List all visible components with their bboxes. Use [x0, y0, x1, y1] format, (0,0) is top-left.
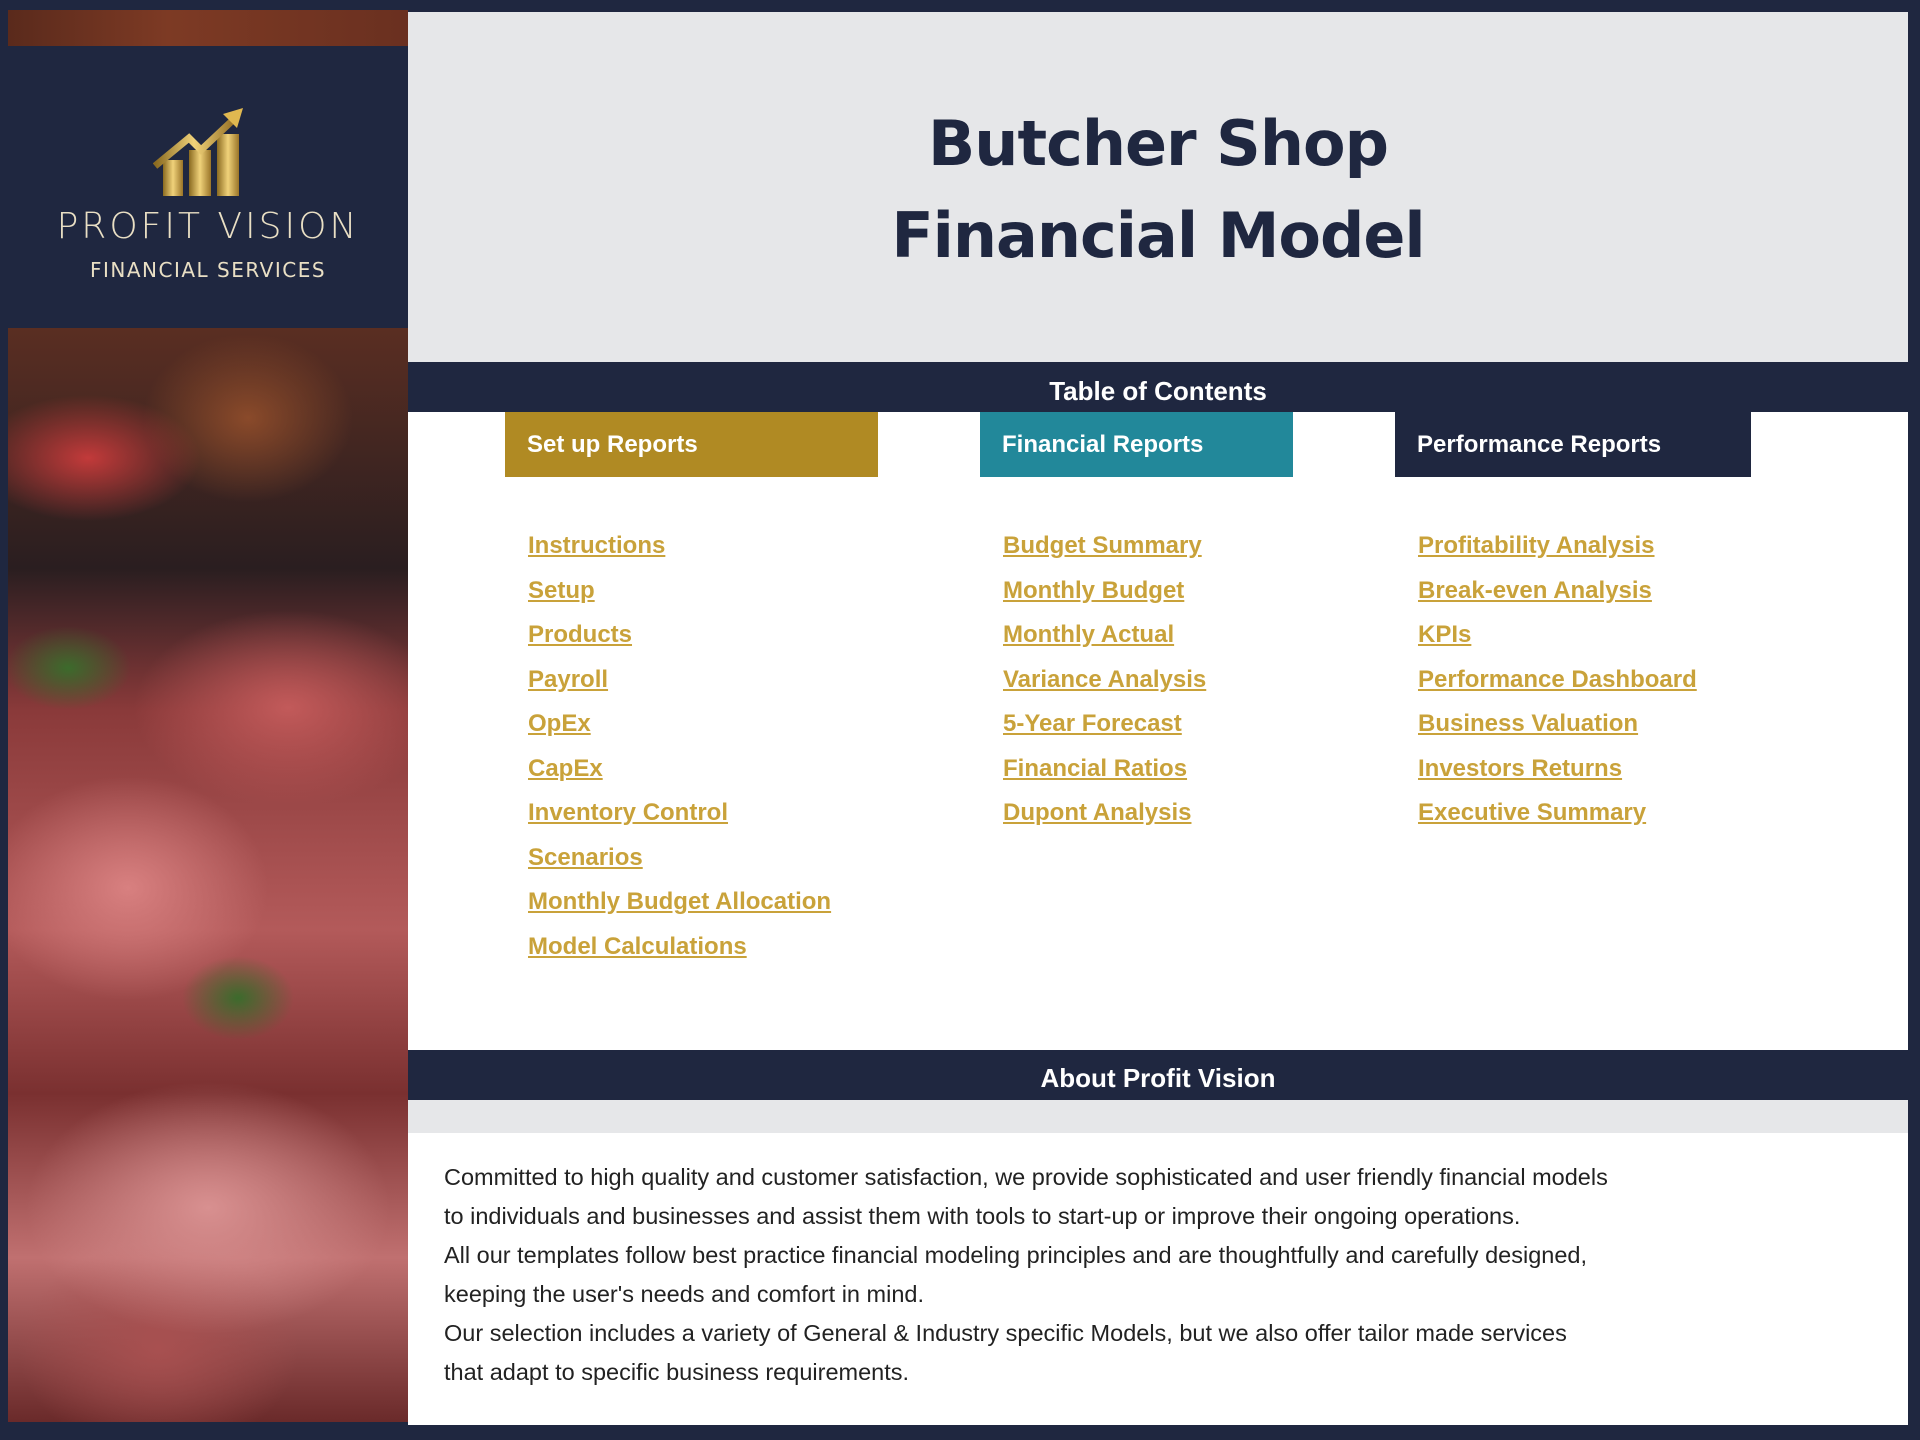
- toc-heading: Table of Contents: [408, 362, 1908, 412]
- link-monthly-budget-allocation[interactable]: Monthly Budget Allocation: [528, 888, 831, 915]
- list-item: Setup: [528, 577, 831, 622]
- category-financial-reports: Financial Reports: [980, 412, 1293, 477]
- setup-links: Instructions Setup Products Payroll OpEx CapE…: [528, 532, 831, 977]
- list-item: Business Valuation: [1418, 710, 1697, 755]
- meat-photo-top: [8, 10, 408, 46]
- link-scenarios[interactable]: Scenarios: [528, 844, 643, 871]
- title-line-1: Butcher Shop: [928, 107, 1389, 180]
- list-item: Monthly Budget Allocation: [528, 888, 831, 933]
- link-break-even-analysis[interactable]: Break-even Analysis: [1418, 577, 1652, 604]
- logo: PROFIT VISION FINANCIAL SERVICES: [8, 46, 408, 328]
- list-item: Budget Summary: [1003, 532, 1206, 577]
- list-item: Instructions: [528, 532, 831, 577]
- link-budget-summary[interactable]: Budget Summary: [1003, 532, 1202, 559]
- list-item: Profitability Analysis: [1418, 532, 1697, 577]
- link-kpis[interactable]: KPIs: [1418, 621, 1471, 648]
- about-line: Our selection includes a variety of Gene…: [444, 1320, 1567, 1346]
- category-setup-reports: Set up Reports: [505, 412, 878, 477]
- link-monthly-actual[interactable]: Monthly Actual: [1003, 621, 1174, 648]
- list-item: Payroll: [528, 666, 831, 711]
- about-line: that adapt to specific business requirem…: [444, 1359, 910, 1385]
- about-line: Committed to high quality and customer s…: [444, 1164, 1608, 1190]
- link-profitability-analysis[interactable]: Profitability Analysis: [1418, 532, 1655, 559]
- link-investors-returns[interactable]: Investors Returns: [1418, 755, 1622, 782]
- table-of-contents: Set up Reports Financial Reports Perform…: [408, 412, 1908, 1050]
- divider: [408, 1100, 1908, 1133]
- link-executive-summary[interactable]: Executive Summary: [1418, 799, 1646, 826]
- list-item: Financial Ratios: [1003, 755, 1206, 800]
- title-line-2: Financial Model: [891, 199, 1425, 272]
- list-item: Investors Returns: [1418, 755, 1697, 800]
- link-inventory-control[interactable]: Inventory Control: [528, 799, 728, 826]
- link-business-valuation[interactable]: Business Valuation: [1418, 710, 1638, 737]
- link-model-calculations[interactable]: Model Calculations: [528, 933, 747, 960]
- about-line: to individuals and businesses and assist…: [444, 1203, 1521, 1229]
- list-item: Performance Dashboard: [1418, 666, 1697, 711]
- list-item: Variance Analysis: [1003, 666, 1206, 711]
- link-payroll[interactable]: Payroll: [528, 666, 608, 693]
- list-item: Dupont Analysis: [1003, 799, 1206, 844]
- brand-tagline: FINANCIAL SERVICES: [89, 258, 327, 282]
- about-heading: About Profit Vision: [408, 1050, 1908, 1100]
- link-opex[interactable]: OpEx: [528, 710, 591, 737]
- sidebar: PROFIT VISION FINANCIAL SERVICES: [8, 10, 408, 1422]
- link-setup[interactable]: Setup: [528, 577, 595, 604]
- list-item: Scenarios: [528, 844, 831, 889]
- list-item: 5-Year Forecast: [1003, 710, 1206, 755]
- list-item: KPIs: [1418, 621, 1697, 666]
- list-item: Executive Summary: [1418, 799, 1697, 844]
- list-item: Monthly Budget: [1003, 577, 1206, 622]
- brand-name: PROFIT VISION: [56, 206, 360, 247]
- link-dupont-analysis[interactable]: Dupont Analysis: [1003, 799, 1191, 826]
- list-item: OpEx: [528, 710, 831, 755]
- financial-links: Budget Summary Monthly Budget Monthly Actu…: [1003, 532, 1206, 844]
- meat-photo: [8, 328, 408, 1422]
- category-performance-reports: Performance Reports: [1395, 412, 1751, 477]
- list-item: Model Calculations: [528, 933, 831, 978]
- link-variance-analysis[interactable]: Variance Analysis: [1003, 666, 1206, 693]
- link-products[interactable]: Products: [528, 621, 632, 648]
- link-capex[interactable]: CapEx: [528, 755, 603, 782]
- link-instructions[interactable]: Instructions: [528, 532, 665, 559]
- list-item: Monthly Actual: [1003, 621, 1206, 666]
- list-item: Inventory Control: [528, 799, 831, 844]
- rising-bar-chart-arrow-icon: [153, 108, 243, 196]
- about-line: keeping the user's needs and comfort in …: [444, 1281, 924, 1307]
- list-item: Products: [528, 621, 831, 666]
- performance-links: Profitability Analysis Break-even Analysi…: [1418, 532, 1697, 844]
- link-financial-ratios[interactable]: Financial Ratios: [1003, 755, 1187, 782]
- list-item: CapEx: [528, 755, 831, 800]
- list-item: Break-even Analysis: [1418, 577, 1697, 622]
- link-performance-dashboard[interactable]: Performance Dashboard: [1418, 666, 1697, 693]
- link-5-year-forecast[interactable]: 5-Year Forecast: [1003, 710, 1182, 737]
- link-monthly-budget[interactable]: Monthly Budget: [1003, 577, 1184, 604]
- page-title: Butcher Shop Financial Model: [408, 12, 1908, 362]
- about-text: Committed to high quality and customer s…: [408, 1133, 1908, 1425]
- about-line: All our templates follow best practice f…: [444, 1242, 1588, 1268]
